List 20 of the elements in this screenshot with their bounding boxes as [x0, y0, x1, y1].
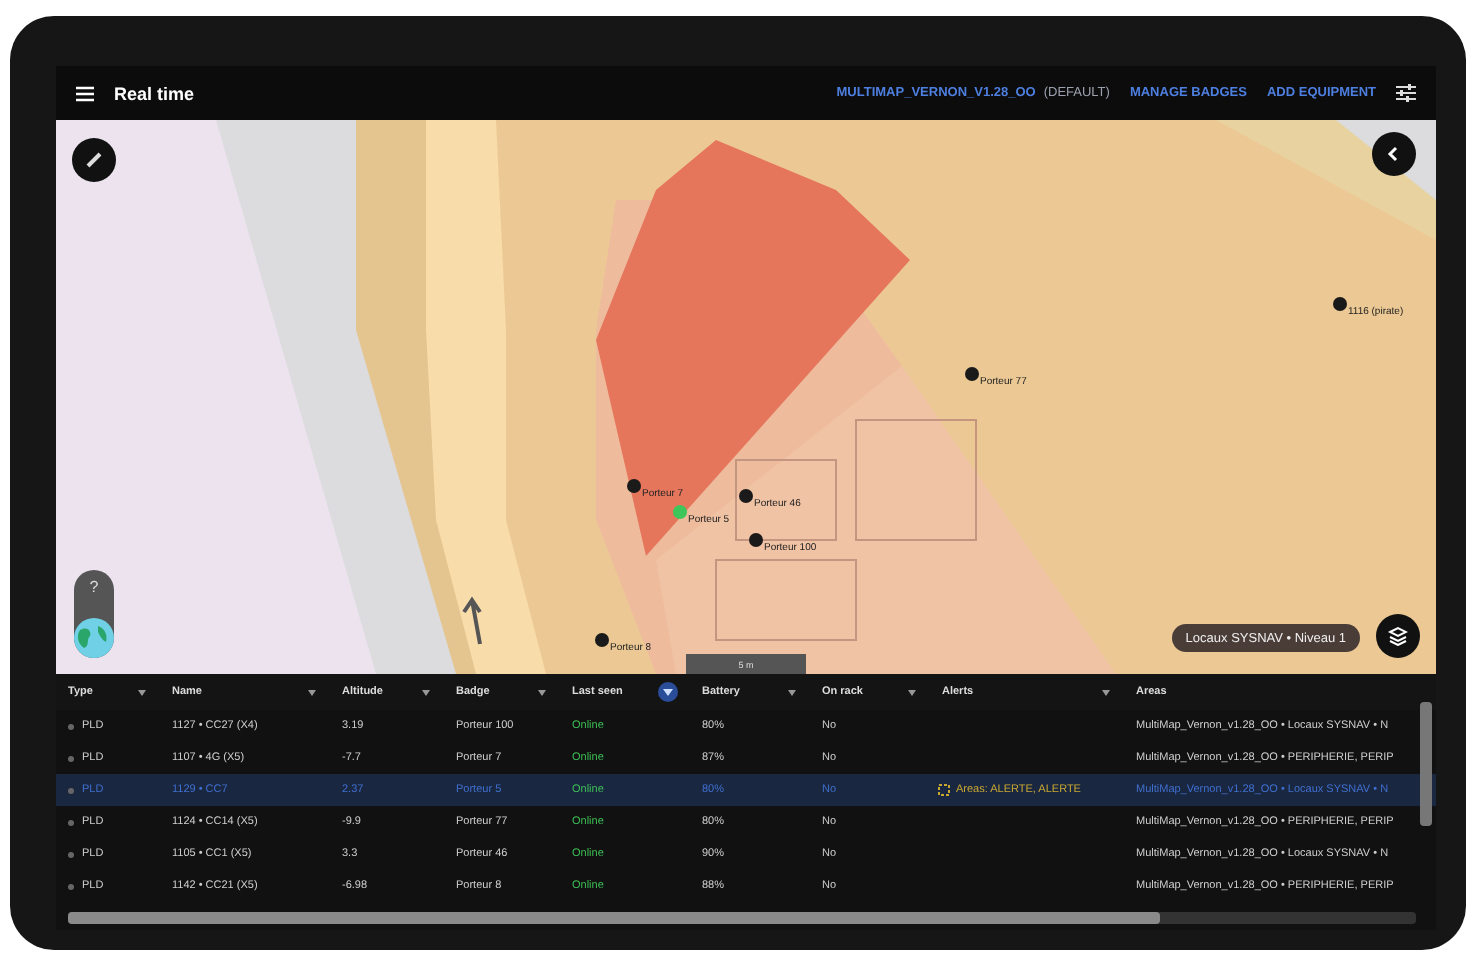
- globe-icon[interactable]: [74, 618, 114, 658]
- edit-button[interactable]: [72, 138, 116, 182]
- filter-icon[interactable]: [658, 682, 678, 702]
- vertical-scrollbar[interactable]: [1420, 702, 1432, 826]
- filter-icon[interactable]: [136, 687, 148, 697]
- filter-icon[interactable]: [1100, 687, 1112, 697]
- menu-icon[interactable]: [76, 85, 94, 101]
- pencil-icon: [84, 150, 104, 170]
- page-title: Real time: [114, 83, 195, 103]
- help-button[interactable]: ?: [89, 578, 99, 596]
- filter-icon[interactable]: [536, 687, 548, 697]
- filter-icon[interactable]: [306, 687, 318, 697]
- horizontal-scrollbar[interactable]: [68, 912, 1416, 924]
- settings-sliders-icon[interactable]: [1396, 84, 1416, 102]
- layers-icon: [1388, 626, 1408, 646]
- filter-icon[interactable]: [906, 687, 918, 697]
- filter-icon[interactable]: [786, 687, 798, 697]
- filter-icon[interactable]: [420, 687, 432, 697]
- area-alert-icon: [938, 784, 950, 796]
- chevron-left-icon: [1386, 146, 1402, 162]
